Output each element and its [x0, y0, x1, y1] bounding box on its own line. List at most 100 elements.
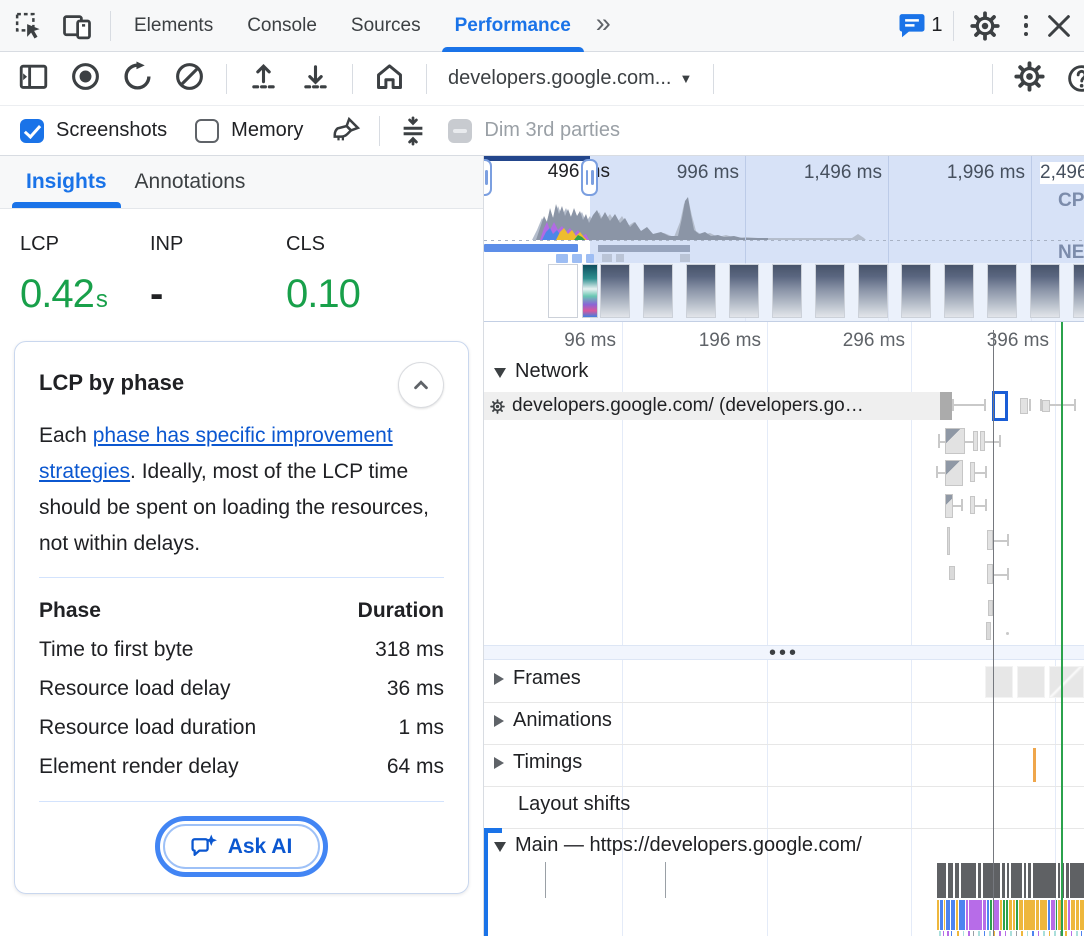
ask-ai-focus-ring: Ask AI: [155, 816, 329, 877]
network-request[interactable]: developers.google.com/ (developers.go…: [484, 392, 940, 420]
download-icon: [300, 61, 331, 92]
inspect-element-button[interactable]: [14, 11, 44, 41]
collapse-icon: [398, 116, 428, 146]
metric-lcp: LCP 0.42s: [20, 233, 150, 317]
close-devtools-button[interactable]: [1044, 11, 1074, 41]
network-track-header[interactable]: Network: [494, 360, 588, 383]
web-vitals-metrics: LCP 0.42s INP - CLS 0.10: [0, 209, 483, 325]
toggle-sidebar-button[interactable]: [18, 61, 49, 97]
selection-right-handle[interactable]: [581, 159, 598, 196]
tab-performance[interactable]: Performance: [438, 0, 588, 52]
gear-icon: [490, 399, 505, 414]
table-row: Time to first byte318 ms: [39, 630, 444, 669]
lcp-by-phase-card: LCP by phase Each phase has specific imp…: [14, 341, 469, 894]
insights-sidebar: Insights Annotations LCP 0.42s INP - CLS…: [0, 156, 484, 936]
ask-ai-button[interactable]: Ask AI: [163, 824, 321, 869]
divider: [992, 64, 993, 94]
overview-marks: 996 ms1,496 ms1,996 ms2,496 msCPUNET496 …: [484, 156, 1084, 321]
table-row: Resource load duration1 ms: [39, 708, 444, 747]
brush-icon: [331, 116, 361, 146]
tab-sources[interactable]: Sources: [334, 0, 438, 52]
collapse-card-button[interactable]: [398, 362, 444, 408]
triangle-right-icon: [494, 715, 504, 727]
dim-3rd-parties-checkbox[interactable]: [448, 119, 472, 143]
main-flame-tasks[interactable]: [937, 863, 1084, 898]
capture-options-bar: Screenshots Memory Dim 3rd parties: [0, 106, 1084, 156]
timings-track-header[interactable]: Timings: [494, 751, 582, 774]
phase-table-header: PhaseDuration: [39, 591, 444, 630]
gc-button[interactable]: [331, 116, 361, 146]
message-bubble-icon: [897, 11, 927, 41]
metric-inp: INP -: [150, 233, 286, 317]
record-button[interactable]: [70, 61, 101, 97]
performance-toolbar: developers.google.com... ▼: [0, 52, 1084, 106]
triangle-down-icon: [494, 368, 506, 378]
issues-counter[interactable]: 1: [897, 11, 942, 41]
divider: [426, 64, 427, 94]
table-row: Element render delay64 ms: [39, 747, 444, 786]
memory-checkbox[interactable]: [195, 119, 219, 143]
clear-button[interactable]: [174, 61, 205, 97]
divider: [352, 64, 353, 94]
tab-insights[interactable]: Insights: [12, 170, 121, 208]
reload-icon: [122, 61, 153, 92]
divider: [953, 11, 954, 41]
tab-console[interactable]: Console: [230, 0, 334, 52]
metric-cls: CLS 0.10: [286, 233, 360, 317]
panel-left-icon: [18, 61, 49, 92]
selection-left-handle[interactable]: [484, 159, 492, 196]
divider: [713, 64, 714, 94]
devtools-menu-button[interactable]: [1010, 15, 1043, 37]
help-button[interactable]: [1066, 63, 1084, 94]
dim-3rd-parties-label: Dim 3rd parties: [484, 119, 620, 142]
screenshots-checkbox[interactable]: [20, 119, 44, 143]
block-icon: [174, 61, 205, 92]
layout-shifts-track-header[interactable]: Layout shifts: [518, 793, 630, 816]
ai-chat-icon: [191, 833, 218, 860]
capture-settings-button[interactable]: [1014, 61, 1045, 97]
close-icon: [1044, 11, 1074, 41]
frames-track-header[interactable]: Frames: [494, 667, 581, 690]
timeline-panel: 996 ms1,496 ms1,996 ms2,496 msCPUNET496 …: [484, 156, 1084, 936]
divider: [379, 116, 380, 146]
divider: [39, 801, 444, 802]
device-toolbar-button[interactable]: [62, 11, 92, 41]
shortcuts-dialog-button[interactable]: [398, 116, 428, 146]
memory-label: Memory: [231, 119, 303, 142]
screenshots-label: Screenshots: [56, 119, 167, 142]
timeline-tracks: 96 ms196 ms296 ms396 ms Network develope…: [484, 322, 1084, 936]
table-row: Resource load delay36 ms: [39, 669, 444, 708]
devtools-tab-bar: Elements Console Sources Performance » 1: [0, 0, 1084, 52]
devtools-settings-button[interactable]: [960, 11, 1010, 41]
triangle-right-icon: [494, 673, 504, 685]
live-metrics-button[interactable]: [374, 61, 405, 97]
save-profile-button[interactable]: [300, 61, 331, 97]
home-icon: [374, 61, 405, 92]
load-profile-button[interactable]: [248, 61, 279, 97]
triangle-down-icon: [494, 842, 506, 852]
phase-table: PhaseDuration Time to first byte318 ms R…: [39, 591, 444, 786]
gear-icon: [970, 11, 1000, 41]
divider: [226, 64, 227, 94]
timeline-overview[interactable]: 996 ms1,496 ms1,996 ms2,496 msCPUNET496 …: [484, 156, 1084, 322]
chevron-up-icon: [408, 372, 434, 398]
main-flame-subevents[interactable]: [937, 931, 1084, 936]
more-tabs-button[interactable]: »: [588, 8, 619, 39]
url-label: developers.google.com...: [448, 67, 671, 90]
card-description: Each phase has specific improvement stra…: [39, 418, 444, 562]
divider: [39, 577, 444, 578]
divider: [110, 11, 111, 41]
main-flame-events[interactable]: [937, 900, 1084, 930]
record-icon: [70, 61, 101, 92]
issues-count-label: 1: [931, 14, 942, 37]
animations-track-header[interactable]: Animations: [494, 709, 612, 732]
record-and-reload-button[interactable]: [122, 61, 153, 97]
tab-elements[interactable]: Elements: [117, 0, 230, 52]
network-resize-handle[interactable]: •••: [484, 645, 1084, 660]
main-thread-track-header[interactable]: Main — https://developers.google.com/: [494, 834, 862, 857]
gear-icon: [1014, 61, 1045, 92]
history-url-select[interactable]: developers.google.com... ▼: [448, 67, 692, 90]
triangle-right-icon: [494, 757, 504, 769]
card-title: LCP by phase: [39, 362, 184, 396]
tab-annotations[interactable]: Annotations: [121, 170, 260, 208]
